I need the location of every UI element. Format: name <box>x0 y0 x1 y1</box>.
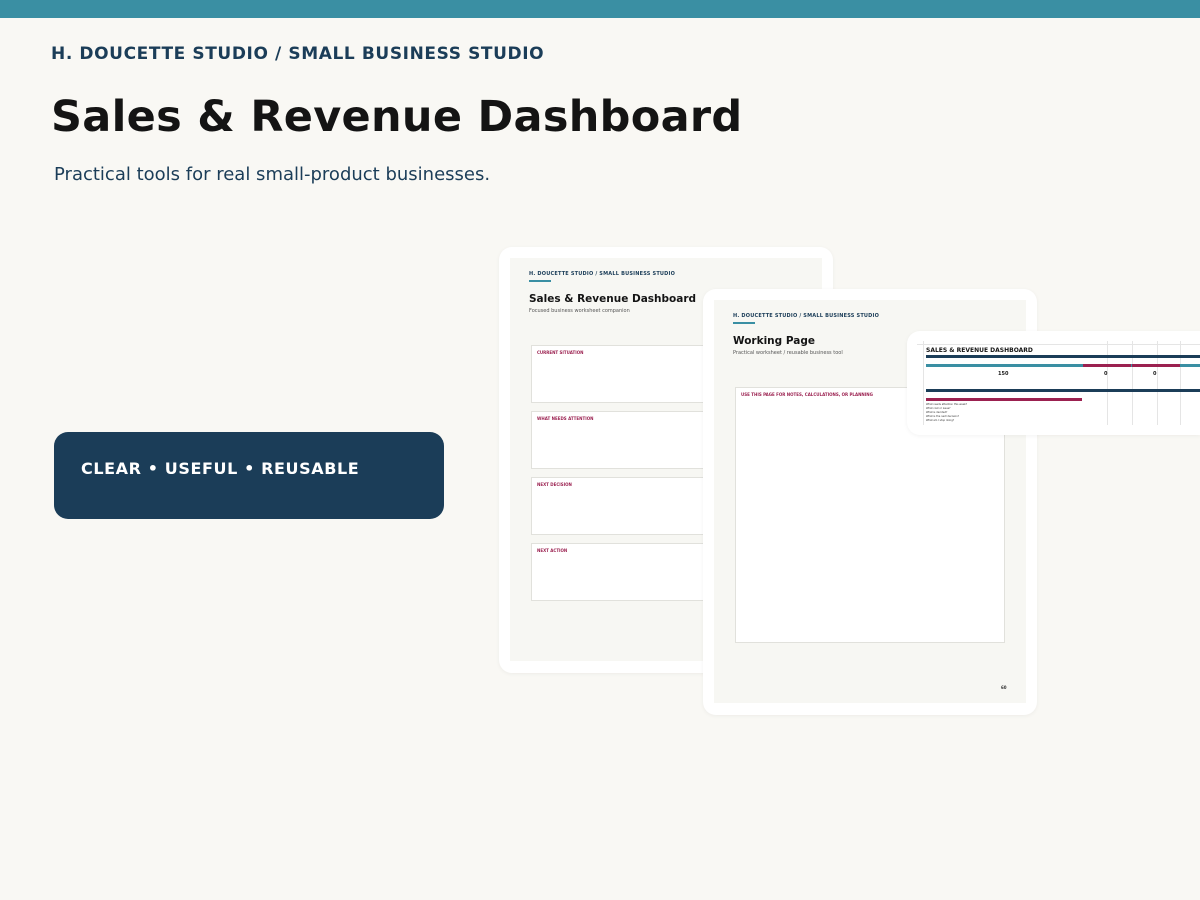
spreadsheet-sheet: SALES & REVENUE DASHBOARD 150 0 0 What n… <box>917 341 1200 425</box>
question-row: What cost or issue? <box>926 407 951 410</box>
tagline-text: CLEAR • USEFUL • REUSABLE <box>81 459 360 478</box>
mini-title: Working Page <box>733 335 815 347</box>
page-title: Sales & Revenue Dashboard <box>51 92 743 142</box>
mini-accent-line <box>733 322 755 324</box>
spreadsheet-kpi-header-accent <box>1083 364 1131 367</box>
kpi-value-2: 0 <box>1104 371 1108 377</box>
tagline-banner: CLEAR • USEFUL • REUSABLE <box>54 432 444 519</box>
top-accent-bar <box>0 0 1200 18</box>
section-label: CURRENT SITUATION <box>537 350 584 355</box>
preview-card-spreadsheet: SALES & REVENUE DASHBOARD 150 0 0 What n… <box>907 331 1200 435</box>
mini-accent-line <box>529 280 551 282</box>
brand-label: H. DOUCETTE STUDIO / SMALL BUSINESS STUD… <box>51 44 545 64</box>
page-number: 60 <box>1001 685 1007 690</box>
mini-subtitle: Practical worksheet / reusable business … <box>733 350 843 356</box>
spreadsheet-question-header <box>926 398 1082 401</box>
question-row: What am I stop doing? <box>926 419 955 422</box>
kpi-value-1: 150 <box>998 371 1009 377</box>
spreadsheet-section-row <box>926 389 1200 392</box>
section-label: NEXT ACTION <box>537 548 568 553</box>
page-subtitle: Practical tools for real small-product b… <box>54 164 491 185</box>
question-row: What needs attention this week? <box>926 403 968 406</box>
spreadsheet-kpi-header-accent-2 <box>1132 364 1180 367</box>
mini-title: Sales & Revenue Dashboard <box>529 293 697 305</box>
mini-brand: H. DOUCETTE STUDIO / SMALL BUSINESS STUD… <box>529 271 676 277</box>
mini-subtitle: Focused business worksheet companion <box>529 308 630 314</box>
question-row: What is the next decision? <box>926 415 960 418</box>
section-label: NEXT DECISION <box>537 482 572 487</box>
question-row: What is decided? <box>926 411 948 414</box>
notes-box-label: USE THIS PAGE FOR NOTES, CALCULATIONS, O… <box>741 392 873 397</box>
spreadsheet-brand-row <box>926 355 1200 358</box>
kpi-value-3: 0 <box>1153 371 1157 377</box>
spreadsheet-title: SALES & REVENUE DASHBOARD <box>926 347 1033 354</box>
mini-brand: H. DOUCETTE STUDIO / SMALL BUSINESS STUD… <box>733 313 880 319</box>
section-label: WHAT NEEDS ATTENTION <box>537 416 594 421</box>
